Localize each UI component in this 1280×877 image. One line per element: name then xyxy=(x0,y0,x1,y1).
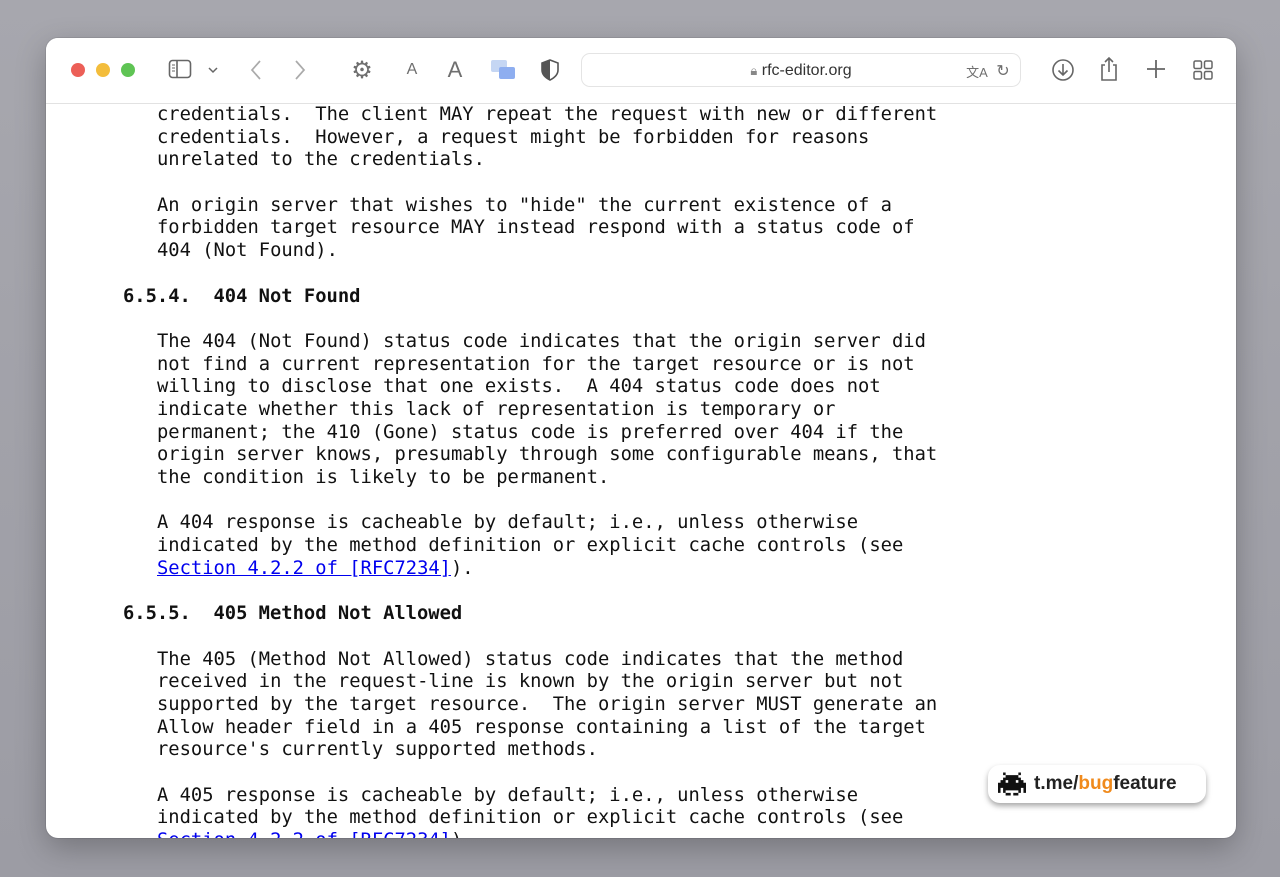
text-line: The 404 (Not Found) status code indicate… xyxy=(157,330,926,352)
address-bar[interactable]: 🔒︎ rfc-editor.org 文A ↻ xyxy=(581,53,1021,87)
tab-overview-icon[interactable] xyxy=(1192,59,1214,81)
close-window-button[interactable] xyxy=(71,63,85,77)
text-line: A 404 response is cacheable by default; … xyxy=(157,512,859,534)
text-line: indicated by the method definition or ex… xyxy=(157,807,904,829)
lock-icon: 🔒︎ xyxy=(750,63,758,78)
share-icon[interactable] xyxy=(1098,56,1120,82)
picture-in-picture-icon[interactable] xyxy=(490,58,516,80)
text-line: ). xyxy=(451,557,474,579)
text-line: willing to disclose that one exists. A 4… xyxy=(157,376,881,398)
translate-icon[interactable]: 文A xyxy=(966,61,988,81)
text-line: the condition is likely to be permanent. xyxy=(157,467,610,488)
text-line: A 405 response is cacheable by default; … xyxy=(157,784,859,806)
text-line: indicated by the method definition or ex… xyxy=(157,535,904,557)
minimize-window-button[interactable] xyxy=(96,63,110,77)
sidebar-icon[interactable] xyxy=(168,59,192,79)
rfc7234-link[interactable]: Section 4.2.2 of [RFC7234] xyxy=(157,558,451,579)
section-heading-404: 6.5.4. 404 Not Found xyxy=(123,285,361,307)
browser-window: ⚙ A A 🔒︎ rfc-editor.org 文A ↻ credentials… xyxy=(46,38,1236,838)
forward-icon[interactable] xyxy=(292,58,308,82)
back-icon[interactable] xyxy=(248,58,264,82)
rfc7234-link[interactable]: Section 4.2.2 of [RFC7234] xyxy=(157,830,451,838)
rfc-document: credentials. The client MAY repeat the r… xyxy=(123,104,937,838)
gear-icon[interactable]: ⚙ xyxy=(349,57,375,84)
new-tab-icon[interactable] xyxy=(1145,58,1167,80)
download-icon[interactable] xyxy=(1051,58,1075,82)
text-line: 404 (Not Found). xyxy=(157,240,338,262)
text-line: forbidden target resource MAY instead re… xyxy=(157,217,915,239)
watermark-badge: t.me/bugfeature xyxy=(988,765,1206,803)
text-line: resource's currently supported methods. xyxy=(157,739,598,761)
text-line: indicate whether this lack of representa… xyxy=(157,398,836,420)
text-line: The 405 (Method Not Allowed) status code… xyxy=(157,648,904,670)
text-line: credentials. The client MAY repeat the r… xyxy=(157,104,938,125)
page-content: credentials. The client MAY repeat the r… xyxy=(46,104,1236,838)
text-line: Allow header field in a 405 response con… xyxy=(157,716,926,738)
section-heading-405: 6.5.5. 405 Method Not Allowed xyxy=(123,603,463,625)
text-line: origin server knows, presumably through … xyxy=(157,444,938,466)
text-line: permanent; the 410 (Gone) status code is… xyxy=(157,421,904,443)
chevron-down-icon[interactable] xyxy=(206,64,220,76)
reload-icon[interactable]: ↻ xyxy=(994,61,1012,81)
watermark-text: t.me/bugfeature xyxy=(1034,773,1177,794)
text-line: supported by the target resource. The or… xyxy=(157,693,938,715)
maximize-window-button[interactable] xyxy=(121,63,135,77)
text-smaller-button[interactable]: A xyxy=(404,60,420,80)
text-line: An origin server that wishes to "hide" t… xyxy=(157,194,892,216)
text-line: credentials. However, a request might be… xyxy=(157,126,870,148)
text-line: unrelated to the credentials. xyxy=(157,149,485,171)
toolbar: ⚙ A A 🔒︎ rfc-editor.org 文A ↻ xyxy=(46,38,1236,104)
url-text: rfc-editor.org xyxy=(761,62,852,79)
text-line: received in the request-line is known by… xyxy=(157,671,904,693)
text-line: not find a current representation for th… xyxy=(157,353,915,375)
text-line: ). xyxy=(451,830,474,838)
space-invader-icon xyxy=(998,772,1026,796)
shield-icon[interactable] xyxy=(540,58,560,82)
text-larger-button[interactable]: A xyxy=(444,57,466,83)
